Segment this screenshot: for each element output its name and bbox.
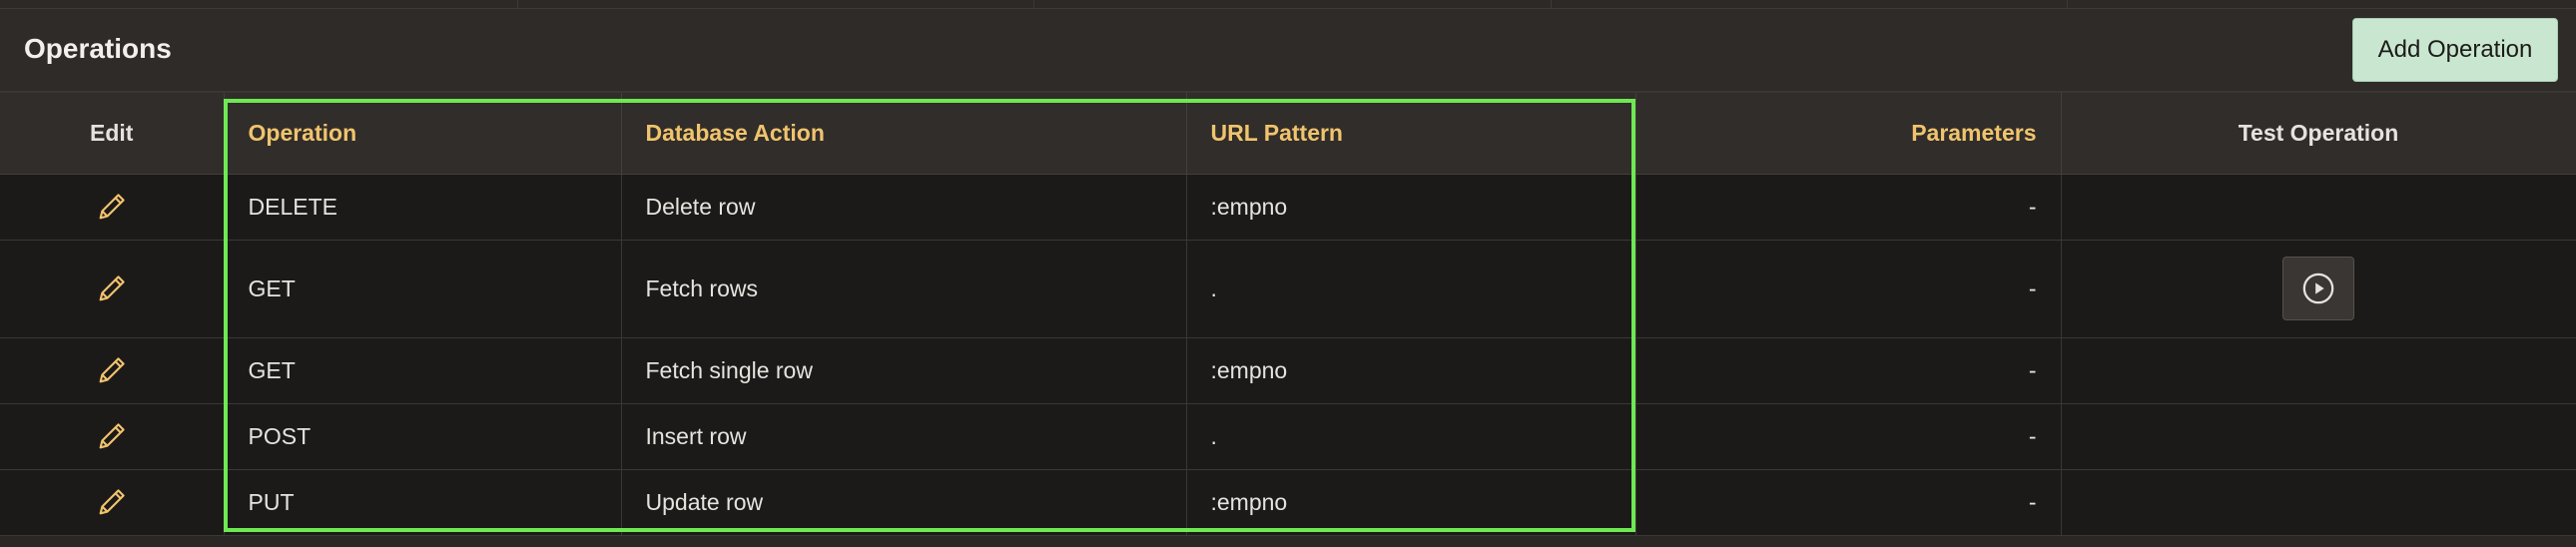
table-row: POST Insert row. -	[0, 403, 2576, 470]
edit-cell	[0, 403, 225, 470]
pencil-icon[interactable]	[95, 419, 129, 453]
operations-table: Edit Operation Database Action URL Patte…	[0, 93, 2576, 536]
column-header-parameters[interactable]: Parameters	[1635, 93, 2062, 175]
table-row: PUT Update row:empno -	[0, 469, 2576, 536]
test-operation-cell	[2061, 174, 2576, 241]
column-header-url-pattern[interactable]: URL Pattern	[1186, 93, 1636, 175]
edit-cell	[0, 174, 225, 241]
add-operation-button[interactable]: Add Operation	[2352, 18, 2558, 82]
edit-cell	[0, 337, 225, 404]
url-pattern-cell: .	[1186, 403, 1636, 470]
database-action-cell: Fetch rows	[621, 240, 1187, 338]
table-row: GET Fetch rows. -	[0, 240, 2576, 338]
database-action-cell: Insert row	[621, 403, 1187, 470]
test-operation-button[interactable]	[2282, 257, 2354, 320]
top-strip-divider	[2067, 0, 2068, 8]
database-action-cell: Delete row	[621, 174, 1187, 241]
pencil-icon[interactable]	[95, 485, 129, 519]
test-operation-cell	[2061, 403, 2576, 470]
url-pattern-cell: :empno	[1186, 337, 1636, 404]
top-strip-divider	[1033, 0, 1034, 8]
parameters-cell: -	[1635, 469, 2062, 536]
database-action-cell: Fetch single row	[621, 337, 1187, 404]
test-operation-cell	[2061, 240, 2576, 338]
pencil-icon[interactable]	[95, 190, 129, 224]
operation-cell: DELETE	[224, 174, 622, 241]
edit-cell	[0, 469, 225, 536]
table-row: DELETE Delete row:empno -	[0, 174, 2576, 241]
operation-cell: GET	[224, 337, 622, 404]
url-pattern-cell: :empno	[1186, 469, 1636, 536]
database-action-cell: Update row	[621, 469, 1187, 536]
table-body: DELETE Delete row:empno - GET Fetch rows. - GE…	[0, 174, 2576, 536]
column-header-operation[interactable]: Operation	[224, 93, 622, 175]
play-icon	[2301, 272, 2335, 305]
operation-cell: PUT	[224, 469, 622, 536]
url-pattern-cell: .	[1186, 240, 1636, 338]
column-header-database-action[interactable]: Database Action	[621, 93, 1187, 175]
pencil-icon[interactable]	[95, 272, 129, 305]
operation-cell: POST	[224, 403, 622, 470]
pencil-icon[interactable]	[95, 353, 129, 387]
table-row: GET Fetch single row:empno -	[0, 337, 2576, 404]
top-strip-divider	[1551, 0, 1552, 8]
parameters-cell: -	[1635, 337, 2062, 404]
edit-cell	[0, 240, 225, 338]
table-header-row: Edit Operation Database Action URL Patte…	[0, 93, 2576, 175]
top-strip-divider	[517, 0, 518, 8]
test-operation-cell	[2061, 469, 2576, 536]
top-strip	[0, 0, 2576, 9]
column-header-edit: Edit	[0, 93, 225, 175]
parameters-cell: -	[1635, 240, 2062, 338]
region-header: Operations Add Operation	[0, 9, 2576, 93]
url-pattern-cell: :empno	[1186, 174, 1636, 241]
parameters-cell: -	[1635, 403, 2062, 470]
region-title: Operations	[24, 33, 172, 64]
column-header-test-operation: Test Operation	[2061, 93, 2576, 175]
operation-cell: GET	[224, 240, 622, 338]
test-operation-cell	[2061, 337, 2576, 404]
parameters-cell: -	[1635, 174, 2062, 241]
